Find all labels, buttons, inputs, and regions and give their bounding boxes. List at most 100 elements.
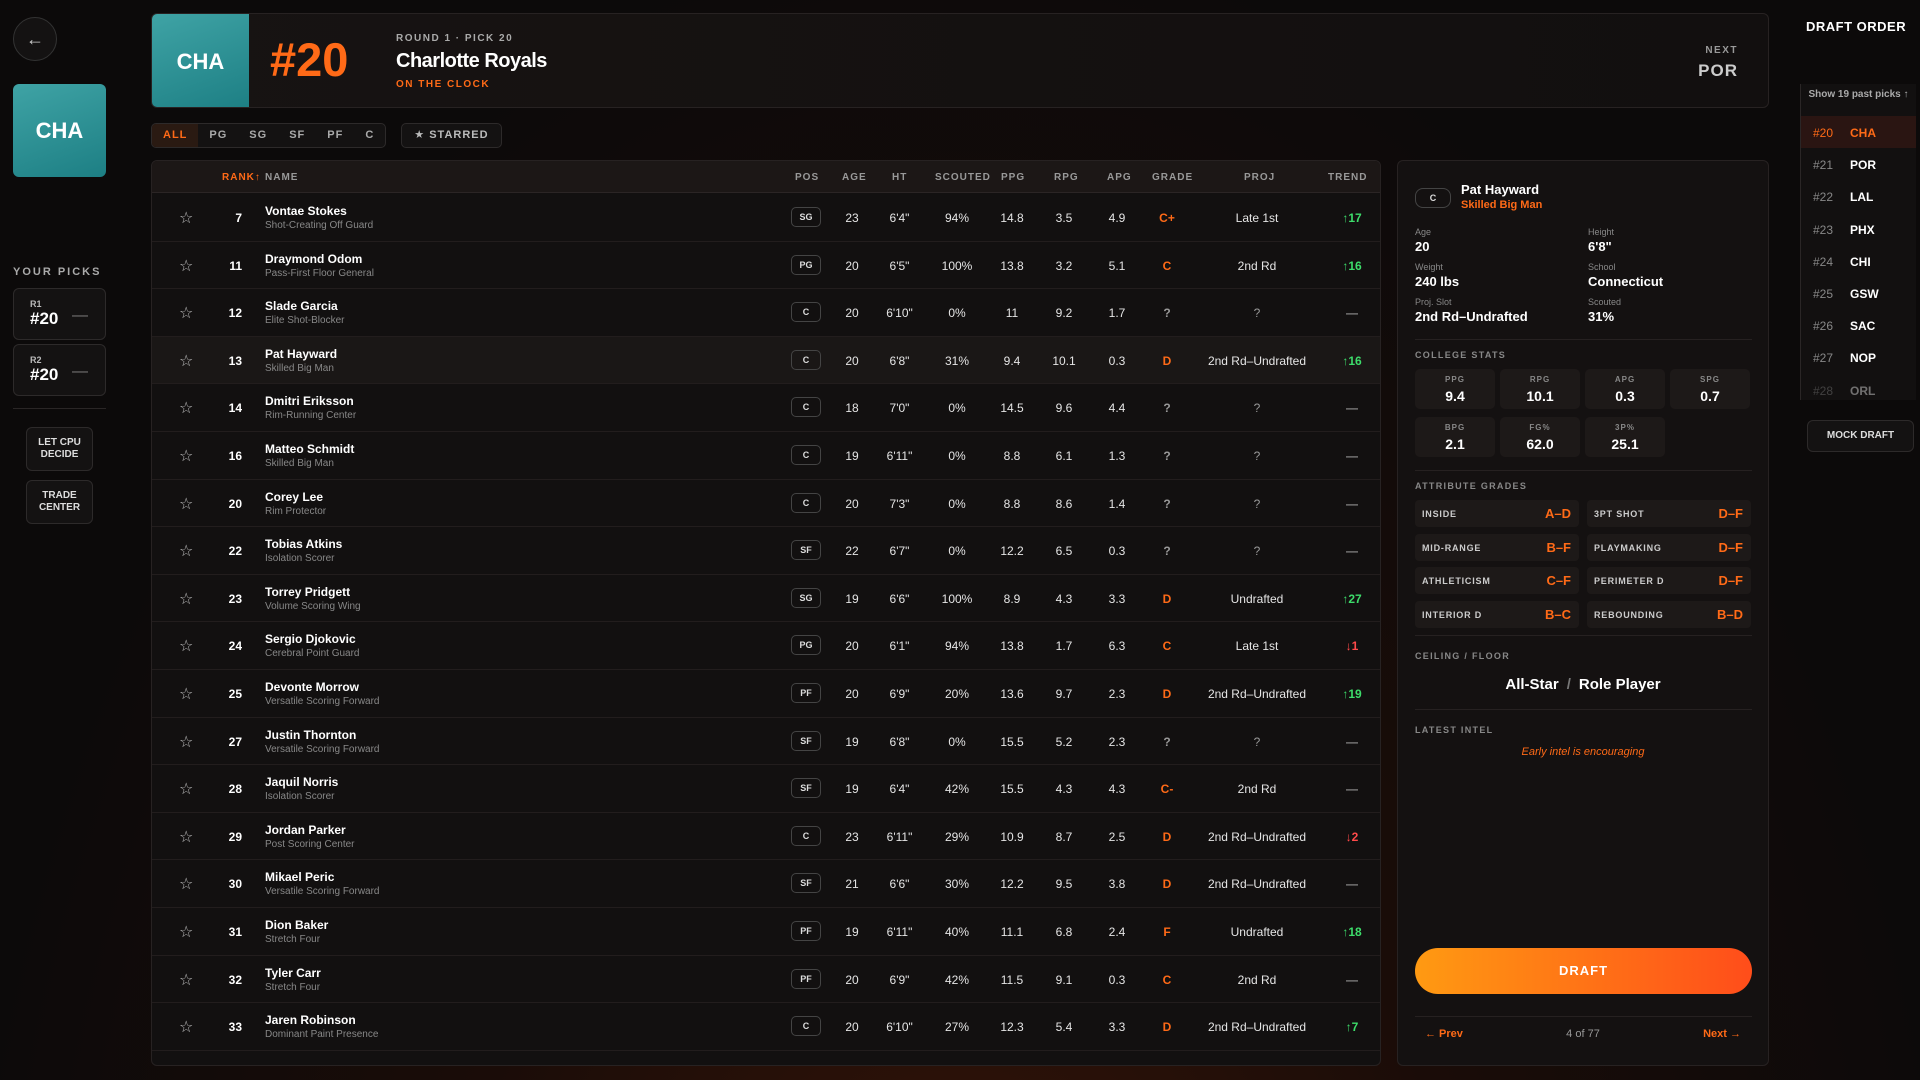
star-icon[interactable]: ☆	[179, 684, 193, 704]
table-row[interactable]: ☆ 22 Tobias Atkins Isolation Scorer SF 22 6'7"…	[152, 527, 1380, 575]
proj-cell: 2nd Rd–Undrafted	[1207, 1020, 1307, 1035]
apg-cell: 3.3	[1108, 1020, 1126, 1035]
star-icon[interactable]: ☆	[179, 494, 193, 514]
table-row[interactable]: ☆ 14 Dmitri Eriksson Rim-Running Center C 18 7…	[152, 384, 1380, 432]
table-row[interactable]: ☆ 7 Vontae Stokes Shot-Creating Off Guard SG…	[152, 194, 1380, 242]
table-row[interactable]: ☆ 30 Mikael Peric Versatile Scoring Forward…	[152, 860, 1380, 908]
star-icon[interactable]: ☆	[179, 303, 193, 323]
star-icon[interactable]: ☆	[179, 1017, 193, 1037]
draft-button[interactable]: DRAFT	[1415, 948, 1752, 994]
star-icon[interactable]: ☆	[179, 256, 193, 276]
tab-pf[interactable]: PF	[316, 124, 354, 147]
rank-cell: 27	[228, 734, 242, 749]
table-row[interactable]: ☆ 27 Justin Thornton Versatile Scoring Forw…	[152, 718, 1380, 766]
trade-center-button[interactable]: TRADE CENTER	[26, 480, 93, 524]
draft-order-item[interactable]: #25 GSW	[1801, 277, 1916, 309]
rpg-cell: 9.6	[1055, 401, 1073, 416]
table-row[interactable]: ☆ 31 Dion Baker Stretch Four PF 19 6'11" 40% 11.…	[152, 908, 1380, 956]
table-row[interactable]: ☆ 23 Torrey Pridgett Volume Scoring Wing SG 1…	[152, 575, 1380, 623]
table-row[interactable]: ☆ 13 Pat Hayward Skilled Big Man C 20 6'8" 31% 9…	[152, 336, 1380, 385]
star-icon[interactable]: ☆	[179, 732, 193, 752]
name-column-header[interactable]: NAME	[265, 172, 298, 183]
height-cell: 6'7"	[889, 544, 910, 559]
draft-order-item[interactable]: #21 POR	[1801, 148, 1916, 180]
scouted-cell: 0%	[948, 306, 966, 321]
scouted-cell: 20%	[944, 687, 970, 701]
table-row[interactable]: ☆ 29 Jordan Parker Post Scoring Center C 23 6'…	[152, 813, 1380, 861]
star-icon[interactable]: ☆	[179, 446, 193, 466]
star-icon[interactable]: ☆	[179, 970, 193, 990]
player-name: Jordan Parker	[265, 822, 346, 837]
table-row[interactable]: ☆ 28 Jaquil Norris Isolation Scorer SF 19 6'4"…	[152, 765, 1380, 813]
age-cell: 19	[845, 782, 859, 797]
draft-order-item[interactable]: #27 NOP	[1801, 341, 1916, 373]
next-prospect-button[interactable]: Next →	[1703, 1028, 1741, 1040]
star-icon[interactable]: ☆	[179, 779, 193, 799]
proj-cell: Undrafted	[1230, 591, 1284, 606]
apg-cell: 0.3	[1108, 353, 1126, 368]
star-icon[interactable]: ☆	[179, 541, 193, 561]
star-icon[interactable]: ☆	[179, 589, 193, 609]
position-badge: SF	[791, 873, 821, 894]
pick-card-r1[interactable]: R1 #20 —	[13, 288, 106, 340]
starred-filter-button[interactable]: ★ STARRED	[401, 123, 502, 148]
tab-sf[interactable]: SF	[278, 124, 316, 147]
table-row[interactable]: ☆ 12 Slade Garcia Elite Shot-Blocker C 20 6'10…	[152, 289, 1380, 337]
rpg-column-header[interactable]: RPG	[1054, 172, 1079, 183]
table-row[interactable]: ☆ 25 Devonte Morrow Versatile Scoring Forwa…	[152, 670, 1380, 718]
player-archetype: Skilled Big Man	[265, 362, 334, 374]
apg-cell: 3.8	[1108, 877, 1126, 892]
apg-cell: 1.4	[1108, 496, 1126, 511]
table-row[interactable]: ☆ 20 Corey Lee Rim Protector C 20 7'3" 0% 8.8 8.6…	[152, 480, 1380, 528]
tab-c[interactable]: C	[354, 124, 385, 147]
trend-cell: —	[1346, 544, 1358, 559]
trend-column-header[interactable]: TREND	[1328, 172, 1367, 183]
apg-cell: 2.3	[1108, 687, 1126, 701]
pos-column-header[interactable]: POS	[795, 172, 819, 183]
star-icon[interactable]: ☆	[179, 351, 193, 371]
grade-cell: C	[1162, 639, 1172, 654]
show-past-picks-button[interactable]: Show 19 past picks ↑	[1801, 88, 1916, 101]
tab-all[interactable]: ALL	[152, 124, 199, 147]
position-badge: SG	[791, 207, 821, 227]
tab-pg[interactable]: PG	[198, 124, 238, 147]
draft-order-item[interactable]: #22 LAL	[1801, 180, 1916, 212]
table-row[interactable]: ☆ 11 Draymond Odom Pass-First Floor General…	[152, 242, 1380, 290]
proj-column-header[interactable]: PROJ	[1244, 172, 1275, 183]
ppg-column-header[interactable]: PPG	[1001, 172, 1025, 183]
back-button[interactable]: ←	[13, 17, 57, 61]
star-icon[interactable]: ☆	[179, 208, 193, 228]
table-row[interactable]: ☆ 32 Tyler Carr Stretch Four PF 20 6'9" 42% 11.5…	[152, 956, 1380, 1004]
age-cell: 19	[845, 925, 859, 939]
grade-column-header[interactable]: GRADE	[1152, 172, 1193, 183]
star-icon[interactable]: ☆	[179, 922, 193, 942]
let-cpu-decide-button[interactable]: LET CPU DECIDE	[26, 427, 93, 471]
table-row[interactable]: ☆ 16 Matteo Schmidt Skilled Big Man C 19 6'11"…	[152, 432, 1380, 480]
mock-draft-button[interactable]: MOCK DRAFT	[1807, 420, 1914, 452]
star-icon[interactable]: ☆	[179, 398, 193, 418]
trend-cell: —	[1346, 734, 1358, 749]
apg-column-header[interactable]: APG	[1107, 172, 1132, 183]
draft-order-item[interactable]: #26 SAC	[1801, 309, 1916, 341]
draft-order-item[interactable]: #24 CHI	[1801, 245, 1916, 277]
ht-column-header[interactable]: HT	[892, 172, 907, 183]
position-badge: C	[791, 1016, 821, 1037]
pick-card-r2[interactable]: R2 #20 —	[13, 344, 106, 396]
position-tabs: ALL PG SG SF PF C	[151, 123, 387, 148]
draft-order-item[interactable]: #28 ORL	[1801, 374, 1916, 400]
rank-column-header[interactable]: RANK↑	[222, 172, 261, 183]
age-column-header[interactable]: AGE	[842, 172, 867, 183]
attribute-grades-label: ATTRIBUTE GRADES	[1415, 481, 1528, 491]
draft-order-item[interactable]: #20 CHA	[1801, 116, 1916, 148]
star-icon[interactable]: ☆	[179, 636, 193, 656]
star-icon[interactable]: ☆	[179, 827, 193, 847]
tab-sg[interactable]: SG	[238, 124, 278, 147]
age-cell: 18	[845, 401, 859, 416]
draft-order-item[interactable]: #23 PHX	[1801, 213, 1916, 245]
player-name: Dmitri Eriksson	[265, 394, 354, 409]
table-row[interactable]: ☆ 24 Sergio Djokovic Cerebral Point Guard PG…	[152, 622, 1380, 670]
dash-icon: —	[72, 363, 88, 380]
star-icon[interactable]: ☆	[179, 874, 193, 894]
table-row[interactable]: ☆ 33 Jaren Robinson Dominant Paint Presence…	[152, 1003, 1380, 1051]
scouted-column-header[interactable]: SCOUTED	[935, 172, 991, 183]
